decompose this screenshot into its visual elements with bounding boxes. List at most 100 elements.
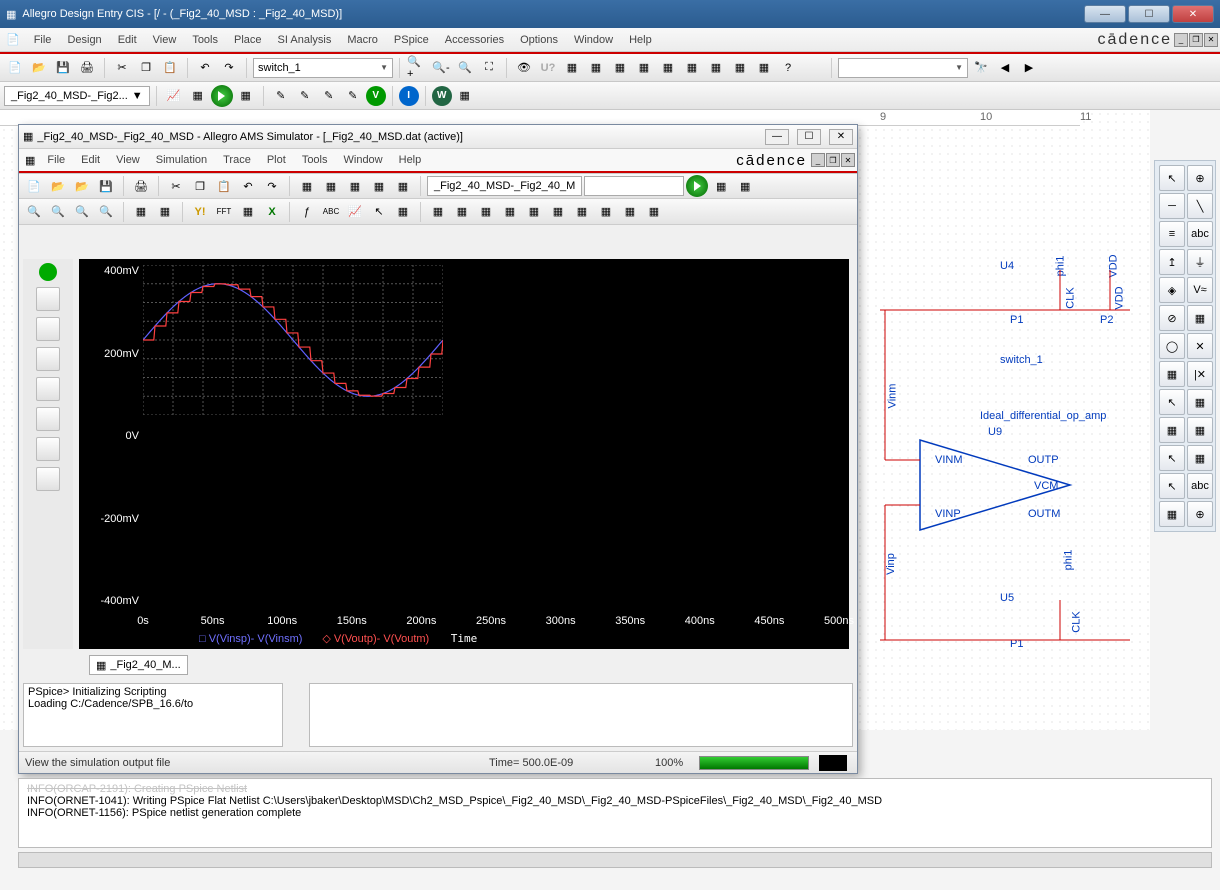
sim-t1-icon[interactable]: ▦ [296,175,318,197]
zoom-fit-icon[interactable]: ⛶ [478,57,500,79]
sim-mark-icon[interactable]: ▦ [392,201,414,223]
sim-text-icon[interactable]: ABC [320,201,342,223]
menu-design[interactable]: Design [59,31,109,49]
sim-run-button[interactable] [686,175,708,197]
sim-cut-icon[interactable]: ✂ [165,175,187,197]
wire-tool-icon[interactable]: ─ [1159,193,1185,219]
sim-menu-file[interactable]: File [39,152,73,168]
redo-icon[interactable]: ↷ [218,57,240,79]
design-tab[interactable]: _Fig2_40_MSD-_Fig2... ▼ [4,86,150,106]
sim-perf-icon[interactable]: ▦ [237,201,259,223]
pal-b-icon[interactable]: ▦ [1187,445,1213,471]
image-tool-icon[interactable]: ▦ [1187,417,1213,443]
print-icon[interactable]: 🖨 [76,57,98,79]
sim-yex-icon[interactable]: Y! [189,201,211,223]
waveform-plot[interactable]: 400mV 200mV 0V -200mV -400mV 0s50ns100ns… [79,259,849,649]
sim-c2-icon[interactable]: ▦ [451,201,473,223]
probe-diff-icon[interactable]: ✎ [342,85,364,107]
arc-tool-icon[interactable]: ↖ [1159,389,1185,415]
search-combo[interactable]: ▼ [838,58,968,78]
cut-icon[interactable]: ✂ [111,57,133,79]
sim-t2-icon[interactable]: ▦ [320,175,342,197]
drc-icon[interactable]: ▦ [561,57,583,79]
menu-window[interactable]: Window [566,31,621,49]
sim-menu-simulation[interactable]: Simulation [148,152,215,168]
mdi-minimize[interactable]: _ [1174,33,1188,47]
sim-lp-7[interactable] [36,467,60,491]
sim-pause-icon[interactable]: ▦ [734,175,756,197]
sim-c9-icon[interactable]: ▦ [619,201,641,223]
sim-zarea-icon[interactable]: 🔍 [71,201,93,223]
sim-menu-plot[interactable]: Plot [259,152,294,168]
pin-tool-icon[interactable]: ◯ [1159,333,1185,359]
annotate-icon[interactable]: 👁 [513,57,535,79]
sim-save-icon[interactable]: 💾 [95,175,117,197]
sim-paste-icon[interactable]: 📋 [213,175,235,197]
sim-profile-icon[interactable]: 📈 [163,85,185,107]
poly-tool-icon[interactable]: ▦ [1159,417,1185,443]
sim-fft-icon[interactable]: FFT [213,201,235,223]
sim-settings-icon[interactable]: ▦ [187,85,209,107]
sim-c8-icon[interactable]: ▦ [595,201,617,223]
sim-zin-icon[interactable]: 🔍 [23,201,45,223]
sim-lp-3[interactable] [36,347,60,371]
sim-t4-icon[interactable]: ▦ [368,175,390,197]
sim-print-icon[interactable]: 🖨 [130,175,152,197]
sim-out-icon[interactable]: ▦ [154,201,176,223]
pal-a-icon[interactable]: ↖ [1159,445,1185,471]
sim-lp-4[interactable] [36,377,60,401]
binoculars-icon[interactable]: 🔭 [970,57,992,79]
offpage-tool-icon[interactable]: V≈ [1187,277,1213,303]
mdi-close[interactable]: ✕ [1204,33,1218,47]
menu-help[interactable]: Help [621,31,660,49]
ellipse-tool-icon[interactable]: ▦ [1187,389,1213,415]
menu-si-analysis[interactable]: SI Analysis [270,31,340,49]
sim-lp-6[interactable] [36,437,60,461]
power-tool-icon[interactable]: ↥ [1159,249,1185,275]
maximize-button[interactable]: ☐ [1128,5,1170,23]
bus-tool-icon[interactable]: ≡ [1159,221,1185,247]
text-tool-icon[interactable]: ✕ [1187,333,1213,359]
sim-t3-icon[interactable]: ▦ [344,175,366,197]
line-tool-icon[interactable]: ▦ [1159,361,1185,387]
sim-menu-trace[interactable]: Trace [215,152,259,168]
port-tool-icon[interactable]: ◈ [1159,277,1185,303]
sim-minimize-button[interactable]: — [765,129,789,145]
grid-icon[interactable]: ▦ [657,57,679,79]
sim-c4-icon[interactable]: ▦ [499,201,521,223]
session-log[interactable]: INFO(ORCAP-2191): Creating PSpice Netlis… [18,778,1212,848]
sim-open2-icon[interactable]: 📂 [71,175,93,197]
net-tool-icon[interactable]: ╲ [1187,193,1213,219]
sim-trace-icon[interactable]: 📈 [344,201,366,223]
bom-icon[interactable]: ▦ [609,57,631,79]
sim-menu-view[interactable]: View [108,152,148,168]
param-icon[interactable]: ▦ [753,57,775,79]
mdi-restore[interactable]: ❐ [1189,33,1203,47]
minimize-button[interactable]: — [1084,5,1126,23]
select-tool-icon[interactable]: ↖ [1159,165,1185,191]
sim-profile-combo[interactable]: _Fig2_40_MSD-_Fig2_40_M [427,176,582,196]
sim-c6-icon[interactable]: ▦ [547,201,569,223]
sim-c1-icon[interactable]: ▦ [427,201,449,223]
sim-eval-icon[interactable]: ƒ [296,201,318,223]
close-button[interactable]: ✕ [1172,5,1214,23]
open-icon[interactable]: 📂 [28,57,50,79]
menu-accessories[interactable]: Accessories [437,31,512,49]
part-selector-combo[interactable]: switch_1▼ [253,58,393,78]
pal-e-icon[interactable]: ▦ [1159,501,1185,527]
zoom-area-icon[interactable]: 🔍 [454,57,476,79]
probe-w-icon[interactable]: ✎ [318,85,340,107]
rect-tool-icon[interactable]: |✕ [1187,361,1213,387]
log-scrollbar[interactable] [18,852,1212,868]
prop-icon[interactable]: ▦ [729,57,751,79]
sim-lp-5[interactable] [36,407,60,431]
undo-icon[interactable]: ↶ [194,57,216,79]
marker-extra-icon[interactable]: ▦ [454,85,476,107]
sim-cursor-icon[interactable]: ↖ [368,201,390,223]
sim-open-icon[interactable]: 📂 [47,175,69,197]
menu-options[interactable]: Options [512,31,566,49]
pal-f-icon[interactable]: ⊕ [1187,501,1213,527]
sim-maximize-button[interactable]: ☐ [797,129,821,145]
u-icon[interactable]: U? [537,57,559,79]
probe-v-icon[interactable]: ✎ [270,85,292,107]
